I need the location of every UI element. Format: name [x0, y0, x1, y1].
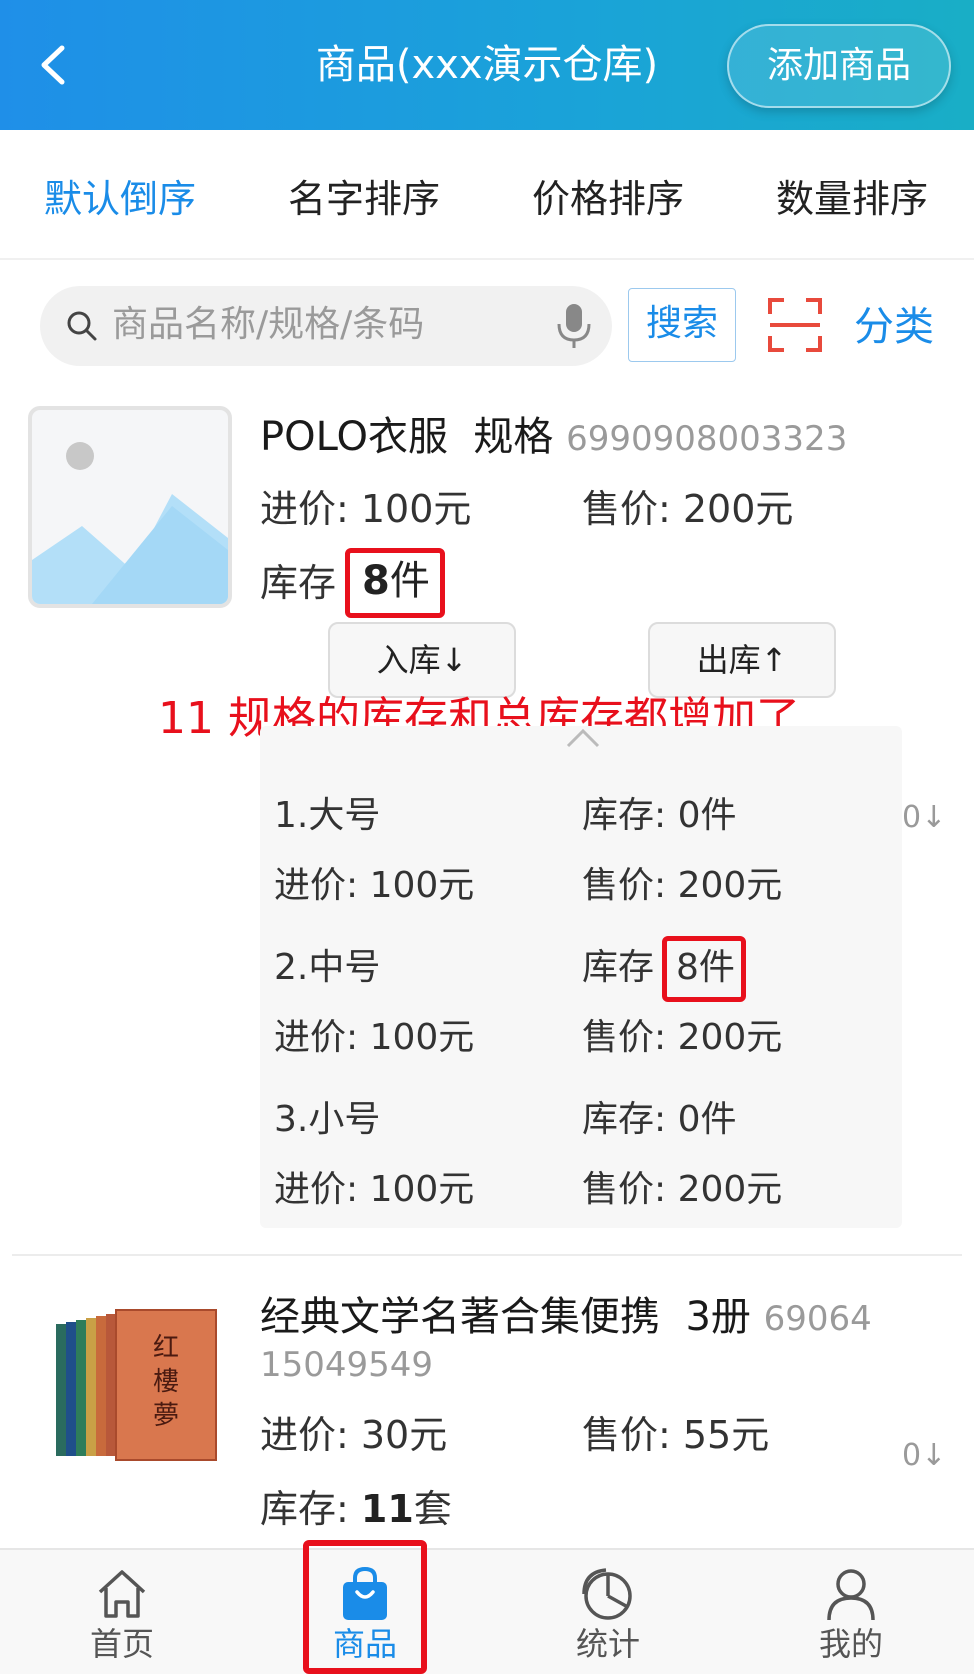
home-icon	[98, 1570, 146, 1618]
pie-chart-icon	[582, 1568, 632, 1620]
scan-icon[interactable]	[766, 296, 824, 354]
svg-text:红: 红	[153, 1333, 179, 1363]
tab-name-sort[interactable]: 名字排序	[288, 174, 440, 224]
microphone-icon[interactable]	[554, 302, 594, 350]
sale-price: 售价: 55元	[582, 1413, 770, 1457]
tab-quantity-sort[interactable]: 数量排序	[776, 174, 928, 224]
image-placeholder-icon	[32, 442, 228, 604]
svg-text:夢: 夢	[153, 1401, 179, 1431]
spec-stock: 库存: 0件	[582, 1099, 737, 1140]
spec-sale: 售价: 200元	[582, 1017, 783, 1058]
sort-tabs: 默认倒序 名字排序 价格排序 数量排序	[0, 130, 974, 260]
product-spec: 规格	[473, 414, 554, 460]
total-stock: 库存: 11套	[260, 1484, 452, 1534]
divider	[12, 1254, 962, 1256]
app-header: 商品(xxx演示仓库) 添加商品	[0, 0, 974, 130]
highlight-box	[303, 1540, 427, 1674]
spec-name: 2.中号	[274, 947, 381, 988]
nav-label: 我的	[818, 1625, 883, 1663]
product-title: POLO衣服 规格 6990908003323	[260, 410, 847, 466]
svg-text:樓: 樓	[153, 1367, 179, 1397]
cost-price: 进价: 30元	[260, 1413, 448, 1457]
stock-number: 11	[360, 1487, 414, 1531]
tab-default-desc[interactable]: 默认倒序	[44, 174, 196, 224]
spec-sale: 售价: 200元	[582, 1169, 783, 1210]
stock-label: 库存	[260, 561, 337, 605]
product-barcode: 69064	[763, 1299, 872, 1339]
product-name: 经典文学名著合集便携	[260, 1294, 660, 1340]
stock-unit: 件	[389, 558, 430, 604]
product-side-count[interactable]: 0↓	[902, 798, 946, 838]
product-spec: 3册	[685, 1294, 751, 1340]
chevron-up-icon[interactable]	[566, 728, 600, 748]
spec-name: 3.小号	[274, 1099, 381, 1140]
spec-sale: 售价: 200元	[582, 865, 783, 906]
tab-price-sort[interactable]: 价格排序	[532, 174, 684, 224]
book-set-image[interactable]: 红 樓 夢	[52, 1306, 222, 1464]
spec-cost: 进价: 100元	[274, 1017, 475, 1058]
user-icon	[827, 1569, 875, 1621]
search-placeholder: 商品名称/规格/条码	[112, 304, 425, 345]
search-icon	[67, 311, 97, 341]
nav-home[interactable]: 首页	[42, 1550, 202, 1674]
spec-cost: 进价: 100元	[274, 865, 475, 906]
product-barcode-continued: 15049549	[260, 1345, 434, 1385]
nav-label: 首页	[89, 1625, 154, 1663]
spec-name: 1.大号	[274, 795, 381, 836]
nav-statistics[interactable]: 统计	[528, 1550, 688, 1674]
spec-stock-value: 8件	[676, 947, 735, 988]
product-name: POLO衣服	[260, 414, 448, 460]
stock-out-button[interactable]: 出库↑	[648, 622, 836, 698]
stock-label: 库存:	[260, 1487, 361, 1531]
spec-stock-label: 库存	[582, 947, 655, 988]
bottom-navigation: 首页 商品 统计 我的	[0, 1548, 974, 1674]
nav-profile[interactable]: 我的	[771, 1550, 931, 1674]
product-barcode: 6990908003323	[566, 419, 848, 459]
add-product-button[interactable]: 添加商品	[727, 24, 951, 108]
search-input[interactable]: 商品名称/规格/条码	[40, 286, 612, 366]
spec-cost: 进价: 100元	[274, 1169, 475, 1210]
nav-label: 统计	[575, 1625, 640, 1663]
sale-price: 售价: 200元	[582, 487, 794, 531]
stock-in-button[interactable]: 入库↓	[328, 622, 516, 698]
cost-price: 进价: 100元	[260, 487, 472, 531]
total-stock: 8件	[362, 556, 430, 606]
spec-stock: 库存: 0件	[582, 795, 737, 836]
product-image-placeholder[interactable]	[28, 406, 232, 608]
stock-number: 8	[362, 558, 390, 604]
stock-unit: 套	[413, 1487, 452, 1531]
product-side-count[interactable]: 0↓	[902, 1436, 946, 1476]
category-link[interactable]: 分类	[854, 300, 934, 354]
search-button[interactable]: 搜索	[628, 288, 736, 362]
